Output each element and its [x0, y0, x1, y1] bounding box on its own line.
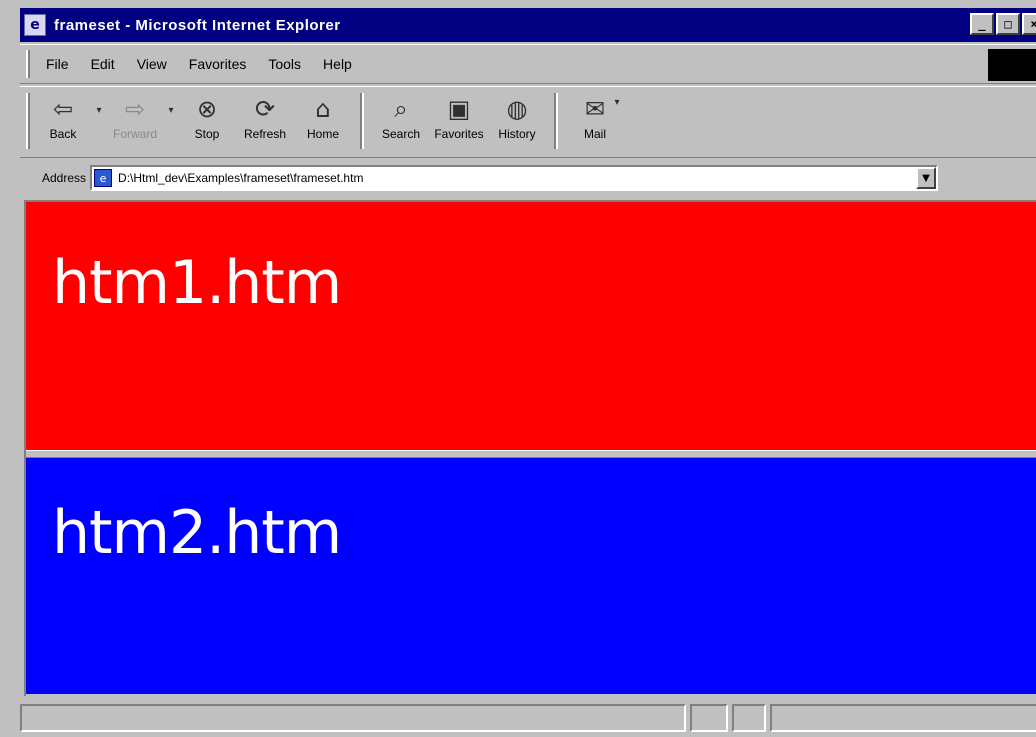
maximize-button[interactable]: □ [996, 13, 1020, 35]
menu-grip[interactable] [26, 50, 30, 78]
back-button[interactable]: ⇦ Back [34, 95, 92, 141]
back-arrow-icon: ⇦ [52, 95, 74, 123]
status-security-pane [732, 704, 766, 732]
page-icon: e [94, 169, 113, 187]
title-bar: e frameset - Microsoft Internet Explorer… [20, 8, 1036, 42]
toolbar-separator [554, 93, 558, 149]
back-dropdown-icon[interactable]: ▾ [92, 105, 106, 116]
home-label: Home [306, 127, 339, 141]
frameset-content: htm1.htm htm2.htm [24, 200, 1036, 696]
menu-edit[interactable]: Edit [91, 56, 115, 72]
toolbar-separator [360, 93, 364, 149]
favorites-icon: ▣ [447, 95, 471, 123]
menu-tools[interactable]: Tools [268, 56, 301, 72]
stop-label: Stop [194, 127, 220, 141]
status-zone-pane [770, 704, 1036, 732]
mail-dropdown-icon[interactable]: ▾ [610, 97, 624, 108]
menu-favorites[interactable]: Favorites [189, 56, 247, 72]
throbber-logo [988, 49, 1036, 81]
history-button[interactable]: ◍ History [488, 95, 546, 141]
browser-window: e frameset - Microsoft Internet Explorer… [0, 0, 1036, 737]
frame-divider[interactable] [26, 450, 1036, 458]
address-field[interactable]: e D:\Html_dev\Examples\frameset\frameset… [90, 165, 939, 191]
window-controls: _ □ × [970, 13, 1036, 35]
forward-label: Forward [112, 127, 157, 141]
status-progress-pane [690, 704, 728, 732]
address-label: Address [42, 171, 87, 185]
favorites-label: Favorites [434, 127, 484, 141]
bottom-frame-text: htm2.htm [52, 498, 342, 568]
minimize-button[interactable]: _ [970, 13, 994, 35]
history-label: History [498, 127, 536, 141]
address-dropdown-icon[interactable]: ▼ [916, 167, 937, 189]
menu-help[interactable]: Help [323, 56, 352, 72]
toolbar: ⇦ Back ▾ ⇨ Forward ▾ ⊗ Stop ⟳ Refresh ⌂ … [20, 86, 1036, 158]
close-button[interactable]: × [1022, 13, 1036, 35]
menu-bar: File Edit View Favorites Tools Help [20, 44, 1036, 84]
forward-button[interactable]: ⇨ Forward [106, 95, 164, 141]
address-value[interactable]: D:\Html_dev\Examples\frameset\frameset.h… [118, 171, 363, 185]
refresh-label: Refresh [243, 127, 287, 141]
refresh-button[interactable]: ⟳ Refresh [236, 95, 294, 141]
stop-button[interactable]: ⊗ Stop [178, 95, 236, 141]
forward-arrow-icon: ⇨ [124, 95, 146, 123]
window-title: frameset - Microsoft Internet Explorer [54, 16, 341, 34]
address-bar: Address e D:\Html_dev\Examples\frameset\… [20, 160, 1036, 196]
ie-logo-icon: e [24, 14, 46, 36]
menu-view[interactable]: View [137, 56, 167, 72]
bottom-frame: htm2.htm [26, 458, 1036, 694]
mail-icon: ✉ [584, 95, 606, 123]
search-label: Search [381, 127, 421, 141]
top-frame-text: htm1.htm [52, 248, 342, 318]
search-button[interactable]: ⌕ Search [372, 95, 430, 141]
favorites-button[interactable]: ▣ Favorites [430, 95, 488, 141]
toolbar-grip[interactable] [26, 93, 30, 149]
mail-label: Mail [583, 127, 606, 141]
home-button[interactable]: ⌂ Home [294, 95, 352, 141]
back-label: Back [49, 127, 77, 141]
status-bar [20, 702, 1036, 734]
history-icon: ◍ [506, 95, 528, 123]
refresh-icon: ⟳ [254, 95, 276, 123]
search-icon: ⌕ [394, 95, 408, 123]
top-frame: htm1.htm [26, 202, 1036, 450]
status-text-pane [20, 704, 686, 732]
home-icon: ⌂ [315, 95, 331, 123]
stop-icon: ⊗ [196, 95, 218, 123]
menu-file[interactable]: File [46, 56, 69, 72]
forward-dropdown-icon[interactable]: ▾ [164, 105, 178, 116]
